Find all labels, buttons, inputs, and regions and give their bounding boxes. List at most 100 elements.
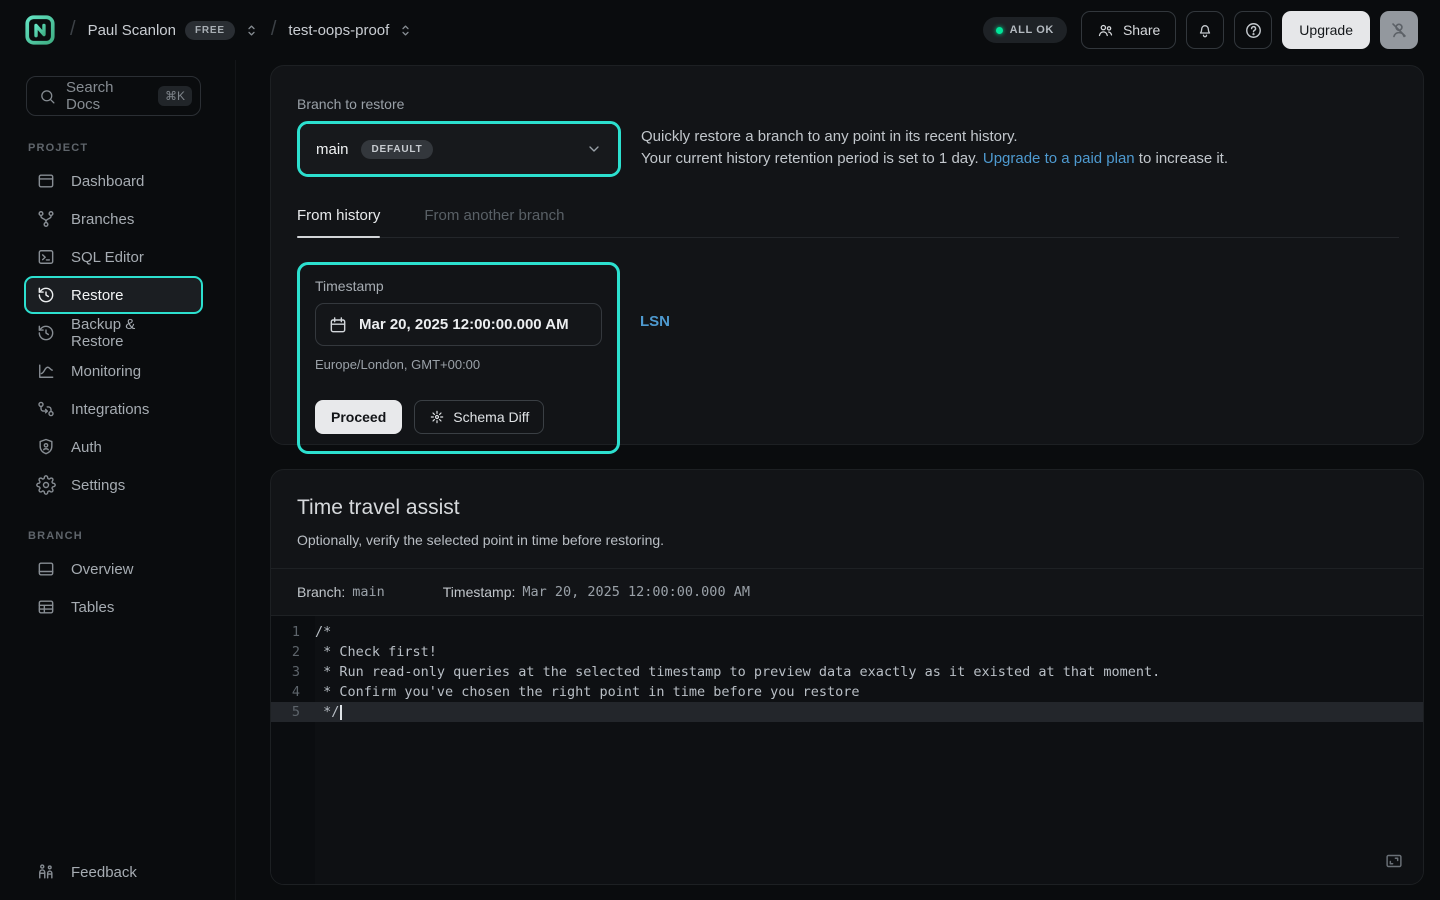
- sidebar-item-dashboard[interactable]: Dashboard: [24, 162, 203, 200]
- neon-logo[interactable]: [22, 12, 58, 48]
- chevron-updown-icon: [244, 23, 259, 38]
- history-clock-icon: [36, 285, 56, 305]
- question-circle-icon: [1244, 21, 1263, 40]
- time-travel-subtitle: Optionally, verify the selected point in…: [297, 532, 1397, 548]
- upgrade-button[interactable]: Upgrade: [1282, 11, 1370, 49]
- calendar-icon: [328, 315, 348, 335]
- window-icon: [36, 559, 56, 579]
- sidebar-item-label: Monitoring: [71, 363, 141, 380]
- timestamp-value: Mar 20, 2025 12:00:00.000 AM: [359, 316, 569, 333]
- code-text: /*: [315, 624, 331, 640]
- neon-logo-icon: [23, 13, 57, 47]
- sidebar-item-label: Overview: [71, 561, 134, 578]
- restore-tabs: From history From another branch: [297, 207, 1399, 238]
- project-selector[interactable]: test-oops-proof: [288, 22, 413, 39]
- org-name: Paul Scanlon: [88, 22, 176, 39]
- schema-diff-icon: [429, 409, 445, 425]
- sidebar-item-settings[interactable]: Settings: [24, 466, 203, 504]
- feedback-users-icon: [36, 862, 56, 882]
- integrations-icon: [36, 399, 56, 419]
- line-number: 1: [271, 624, 315, 640]
- timestamp-input[interactable]: Mar 20, 2025 12:00:00.000 AM: [315, 303, 602, 346]
- breadcrumb-separator: /: [70, 18, 76, 41]
- terminal-icon: [36, 247, 56, 267]
- timestamp-label: Timestamp: [315, 278, 602, 294]
- table-icon: [36, 597, 56, 617]
- share-button[interactable]: Share: [1081, 11, 1176, 49]
- fullscreen-icon: [1383, 850, 1405, 872]
- schema-diff-label: Schema Diff: [453, 409, 529, 425]
- line-number: 2: [271, 644, 315, 660]
- dashboard-icon: [36, 171, 56, 191]
- expand-editor-button[interactable]: [1383, 850, 1405, 872]
- tab-from-history[interactable]: From history: [297, 207, 380, 237]
- status-text: ALL OK: [1010, 24, 1054, 36]
- chevron-down-icon: [586, 141, 602, 157]
- topbar: / Paul Scanlon FREE / test-oops-proof AL…: [0, 0, 1440, 60]
- sidebar-item-label: Dashboard: [71, 173, 144, 190]
- backup-clock-icon: [36, 323, 56, 343]
- code-text: * Confirm you've chosen the right point …: [315, 684, 860, 700]
- sidebar-item-label: Integrations: [71, 401, 149, 418]
- org-selector[interactable]: Paul Scanlon FREE: [88, 21, 259, 40]
- feedback-button[interactable]: Feedback: [26, 862, 201, 882]
- breadcrumb-separator: /: [271, 18, 277, 41]
- lsn-link[interactable]: LSN: [640, 313, 670, 330]
- code-line-active: 5 */: [271, 702, 1423, 722]
- chart-icon: [36, 361, 56, 381]
- share-label: Share: [1123, 22, 1160, 38]
- line-number: 4: [271, 684, 315, 700]
- sidebar-item-branches[interactable]: Branches: [24, 200, 203, 238]
- sidebar-item-backup-restore[interactable]: Backup & Restore: [24, 314, 203, 352]
- line-number: 3: [271, 664, 315, 680]
- code-text: */: [315, 704, 339, 720]
- shield-user-icon: [36, 437, 56, 457]
- sidebar-item-integrations[interactable]: Integrations: [24, 390, 203, 428]
- sidebar-item-label: Tables: [71, 599, 114, 616]
- meta-timestamp-label: Timestamp:: [443, 584, 516, 600]
- restore-description: Quickly restore a branch to any point in…: [641, 126, 1228, 170]
- code-line: 3 * Run read-only queries at the selecte…: [271, 662, 1423, 682]
- search-label: Search Docs: [66, 79, 148, 113]
- schema-diff-button[interactable]: Schema Diff: [414, 400, 544, 434]
- sidebar-item-label: Branches: [71, 211, 134, 228]
- section-label-branch: BRANCH: [28, 530, 201, 542]
- bell-icon: [1196, 21, 1214, 39]
- branch-select[interactable]: main DEFAULT: [300, 124, 618, 174]
- timestamp-panel: Timestamp Mar 20, 2025 12:00:00.000 AM E…: [297, 262, 620, 454]
- sidebar-item-auth[interactable]: Auth: [24, 428, 203, 466]
- sidebar-item-tables[interactable]: Tables: [24, 588, 203, 626]
- notifications-button[interactable]: [1186, 11, 1224, 49]
- time-travel-title: Time travel assist: [297, 496, 1397, 520]
- feedback-label: Feedback: [71, 864, 137, 881]
- avatar[interactable]: [1380, 11, 1418, 49]
- text-cursor: [340, 705, 342, 720]
- search-shortcut: ⌘K: [158, 86, 192, 106]
- sidebar: Search Docs ⌘K PROJECT Dashboard Branche…: [0, 60, 236, 900]
- tab-from-another-branch[interactable]: From another branch: [424, 207, 564, 237]
- sidebar-item-restore[interactable]: Restore: [24, 276, 203, 314]
- description-line2-pre: Your current history retention period is…: [641, 150, 983, 167]
- git-branch-icon: [36, 209, 56, 229]
- sql-query-editor[interactable]: 1 /* 2 * Check first! 3 * Run read-only …: [271, 616, 1423, 884]
- restore-card: Branch to restore main DEFAULT Quickly r…: [270, 65, 1424, 445]
- sidebar-item-label: Settings: [71, 477, 125, 494]
- sidebar-item-sql-editor[interactable]: SQL Editor: [24, 238, 203, 276]
- code-text: * Run read-only queries at the selected …: [315, 664, 1160, 680]
- help-button[interactable]: [1234, 11, 1272, 49]
- gear-icon: [36, 475, 56, 495]
- sidebar-item-label: Backup & Restore: [71, 316, 191, 350]
- status-badge[interactable]: ALL OK: [983, 17, 1067, 43]
- search-docs-input[interactable]: Search Docs ⌘K: [26, 76, 201, 116]
- person-off-icon: [1388, 19, 1410, 41]
- description-line2-post: to increase it.: [1135, 150, 1228, 167]
- section-label-project: PROJECT: [28, 142, 201, 154]
- project-name: test-oops-proof: [288, 22, 389, 39]
- time-travel-card: Time travel assist Optionally, verify th…: [270, 469, 1424, 885]
- users-icon: [1097, 22, 1114, 39]
- upgrade-plan-link[interactable]: Upgrade to a paid plan: [983, 150, 1135, 167]
- proceed-button[interactable]: Proceed: [315, 400, 402, 434]
- main-content: Branch to restore main DEFAULT Quickly r…: [236, 60, 1440, 900]
- sidebar-item-monitoring[interactable]: Monitoring: [24, 352, 203, 390]
- sidebar-item-overview[interactable]: Overview: [24, 550, 203, 588]
